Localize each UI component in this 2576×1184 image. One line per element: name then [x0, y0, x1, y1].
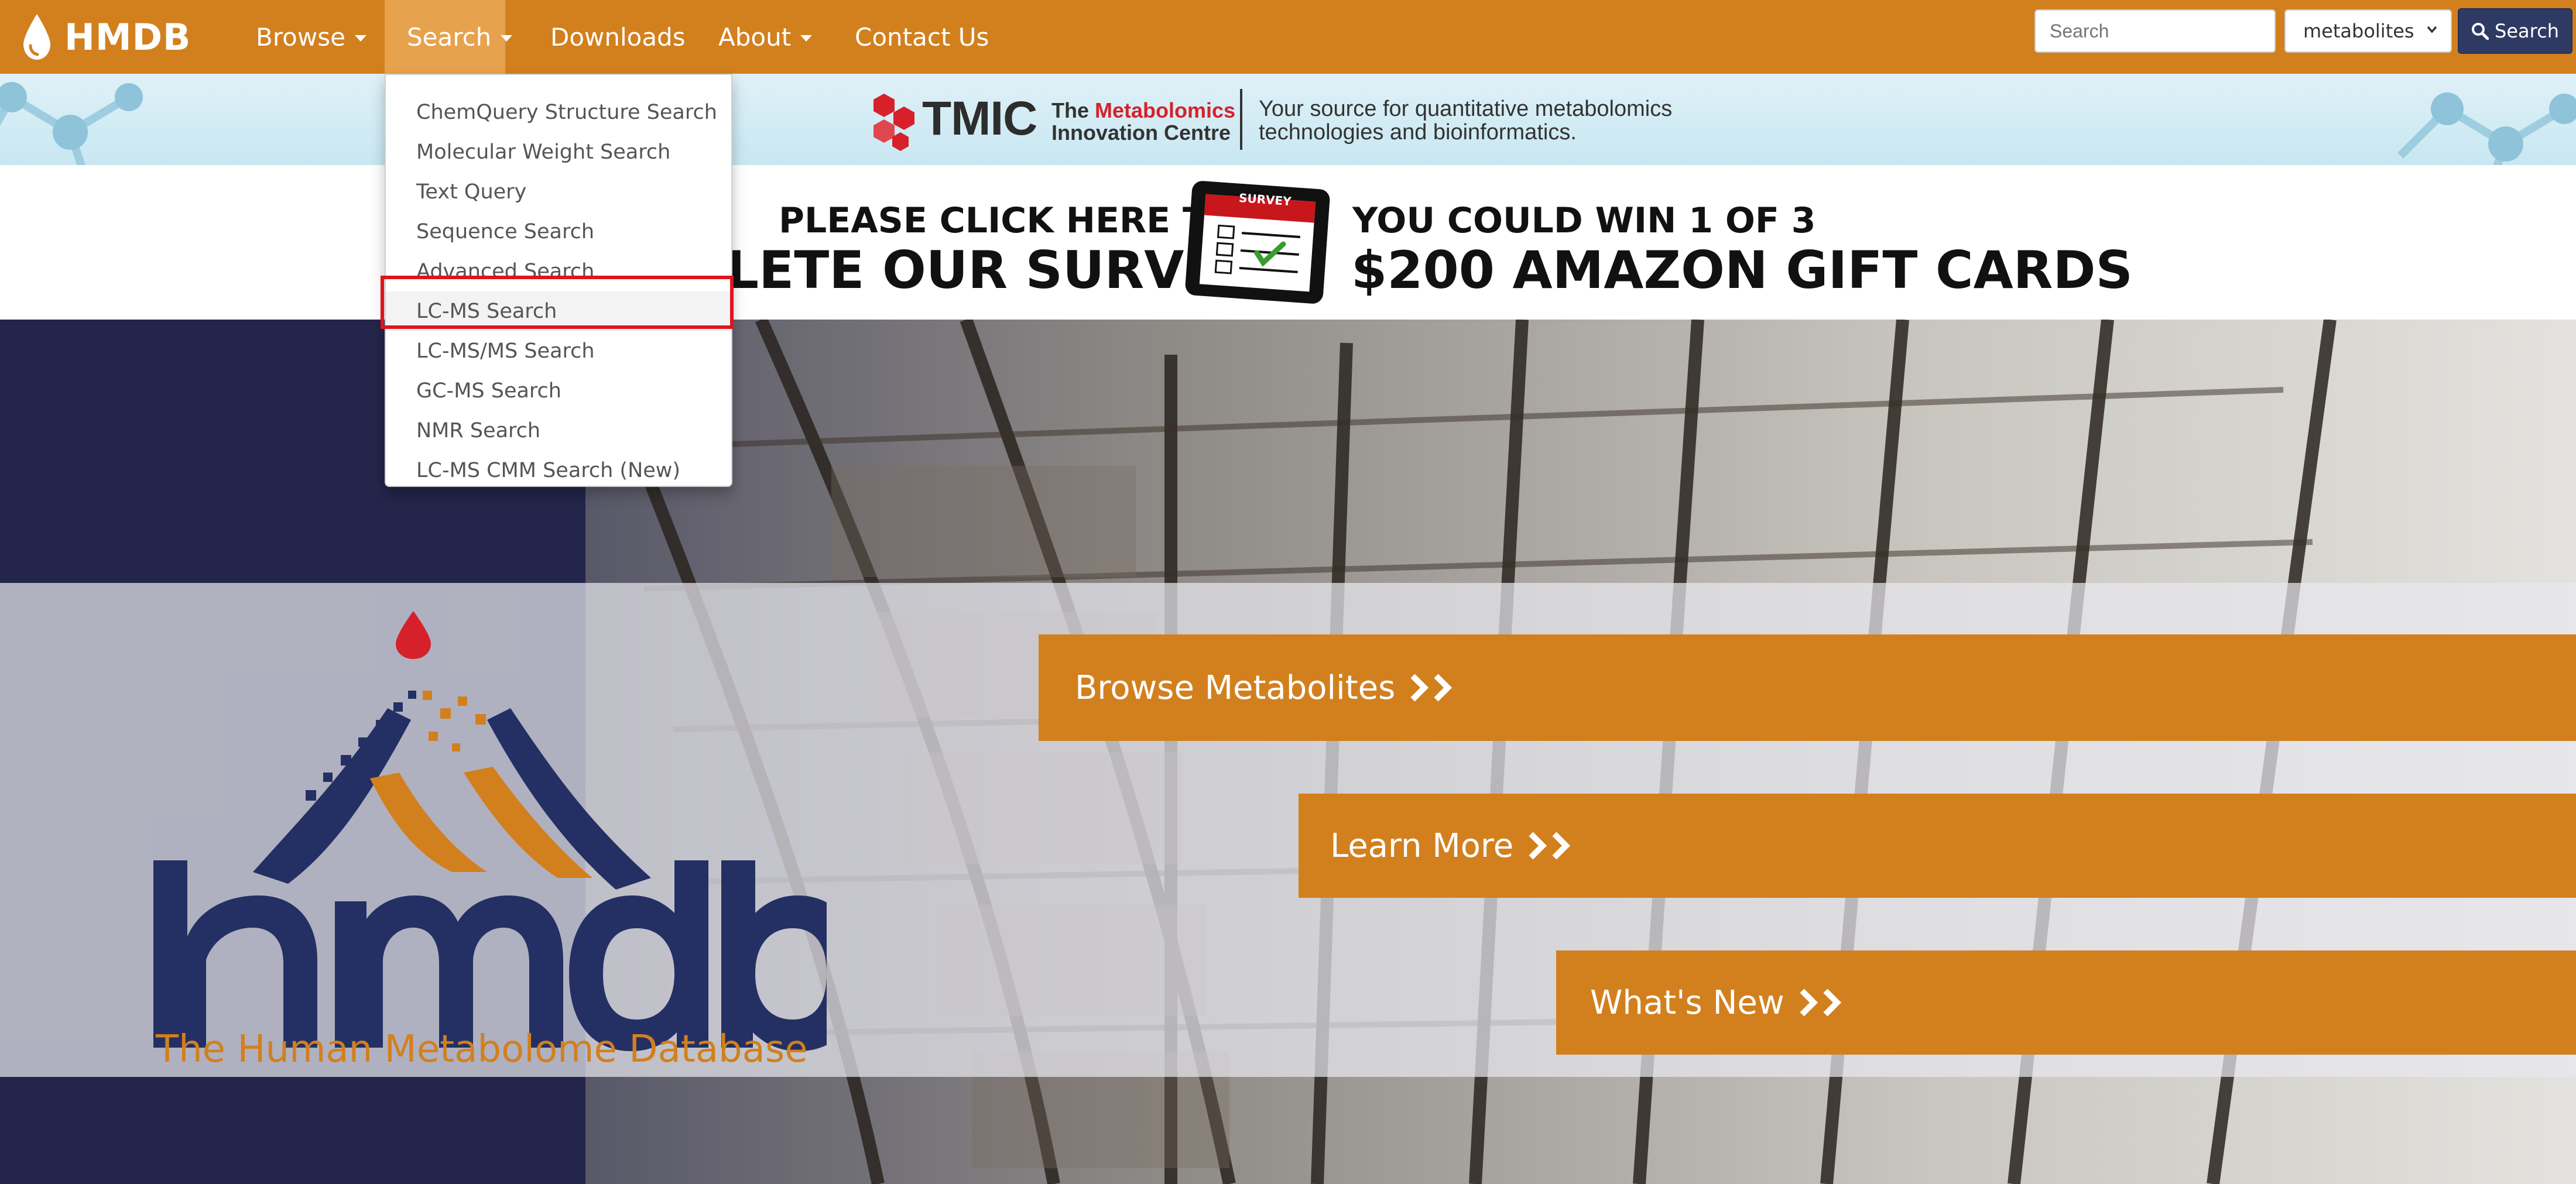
menu-item-lc-ms-ms-search[interactable]: LC-MS/MS Search — [386, 331, 731, 371]
whats-new-label: What's New — [1590, 983, 1784, 1022]
drop-icon — [23, 14, 50, 60]
survey-right-line2: $200 AMAZON GIFT CARDS — [1351, 240, 2133, 300]
menu-item-molecular-weight[interactable]: Molecular Weight Search — [386, 132, 731, 172]
menu-item-lc-ms-cmm-search[interactable]: LC-MS CMM Search (New) — [386, 451, 731, 490]
learn-more-label: Learn More — [1330, 826, 1514, 865]
top-navbar: HMDB Browse Search Downloads About Conta… — [0, 0, 2576, 74]
caret-down-icon — [354, 35, 366, 42]
chevron-right-icon — [1410, 674, 1429, 702]
tmic-sub-red: Metabolomics — [1095, 98, 1236, 122]
survey-left-line1: PLEASE CLICK HERE TO — [779, 200, 1236, 241]
search-input[interactable] — [2034, 9, 2276, 53]
tmic-tagline-line2: technologies and bioinformatics. — [1259, 120, 1577, 145]
menu-item-chemquery[interactable]: ChemQuery Structure Search — [386, 92, 731, 132]
nav-about[interactable]: About — [704, 0, 826, 74]
tmic-sub-prefix: The — [1051, 98, 1095, 122]
search-button[interactable]: Search — [2458, 8, 2572, 54]
browse-metabolites-button[interactable]: Browse Metabolites — [1039, 634, 2576, 741]
tmic-tagline-line1: Your source for quantitative metabolomic… — [1259, 97, 1673, 121]
nav-browse-label: Browse — [256, 22, 345, 52]
chevron-right-icon — [1823, 989, 1841, 1017]
nav-downloads-label: Downloads — [550, 22, 686, 52]
nav-contact[interactable]: Contact Us — [841, 0, 1003, 74]
survey-left-line2: LETE OUR SURVEY — [726, 240, 1257, 300]
menu-item-sequence-search[interactable]: Sequence Search — [386, 212, 731, 252]
whats-new-button[interactable]: What's New — [1556, 950, 2576, 1055]
chevron-right-icon — [1552, 832, 1571, 860]
caret-down-icon — [501, 35, 513, 42]
molecule-graphic-right — [2397, 92, 2576, 165]
menu-item-text-query[interactable]: Text Query — [386, 172, 731, 212]
tmic-sub-line2: Innovation Centre — [1051, 121, 1231, 145]
nav-search-label: Search — [407, 22, 492, 52]
nav-search[interactable]: Search — [385, 0, 513, 74]
tmic-logo-icon — [873, 94, 914, 151]
chevron-right-icon — [1800, 989, 1818, 1017]
nav-browse[interactable]: Browse — [242, 0, 381, 74]
hmdb-logo-graphic — [153, 611, 827, 1051]
browse-metabolites-label: Browse Metabolites — [1075, 668, 1396, 707]
tmic-divider — [1240, 89, 1242, 150]
learn-more-button[interactable]: Learn More — [1299, 794, 2576, 898]
search-type-select[interactable]: metabolites — [2284, 9, 2452, 53]
highlight-outline — [381, 276, 734, 329]
tmic-tagline: Your source for quantitative metabolomic… — [1259, 97, 1672, 144]
brand-link[interactable]: HMDB — [20, 9, 191, 64]
nav-about-label: About — [718, 22, 792, 52]
chevron-right-icon — [1529, 832, 1547, 860]
menu-item-gc-ms-search[interactable]: GC-MS Search — [386, 371, 731, 411]
survey-right-line1: YOU COULD WIN 1 OF 3 — [1352, 200, 1816, 241]
search-icon — [2472, 23, 2489, 40]
hmdb-tagline: The Human Metabolome Database — [156, 1028, 808, 1071]
search-type-value: metabolites — [2303, 20, 2414, 42]
search-button-label: Search — [2495, 20, 2559, 42]
nav-contact-label: Contact Us — [855, 22, 989, 52]
tmic-wordmark: TMIC — [922, 92, 1037, 145]
caret-down-icon — [800, 35, 813, 42]
chevron-right-icon — [1434, 674, 1453, 702]
brand-name: HMDB — [64, 15, 191, 59]
tmic-subtitle: The Metabolomics Innovation Centre — [1051, 99, 1235, 144]
chevron-down-icon — [2427, 26, 2437, 33]
molecule-graphic-left — [0, 82, 143, 165]
menu-item-nmr-search[interactable]: NMR Search — [386, 411, 731, 451]
nav-downloads[interactable]: Downloads — [536, 0, 700, 74]
